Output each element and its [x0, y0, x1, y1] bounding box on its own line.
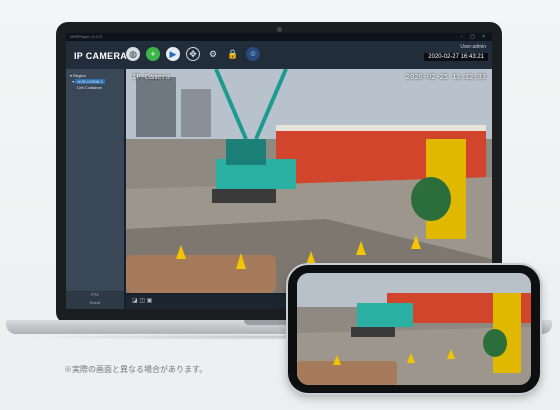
webcam-dot [277, 27, 282, 32]
mobile-camera-feed [297, 273, 531, 385]
datetime-display: 2020-02-27 16:43:21 [424, 53, 488, 61]
sidebar-footer: PTZ Event [66, 291, 124, 309]
lock-icon[interactable]: 🔒 [226, 47, 240, 61]
tree-group-label: Cell Container [76, 85, 103, 90]
device-tree: ▾ Region ▾ NVR-IOSN8-9 Cell Container [70, 73, 105, 91]
smartphone-notch [288, 303, 297, 351]
event-tab[interactable]: Event [66, 299, 124, 307]
window-title: NVRPlayer v1.0.0 [70, 34, 102, 39]
app-toolbar: IP CAMERA ◍ + ▶ ✥ ⚙ 🔒 ⌾ User:admin 2020-… [66, 41, 492, 69]
smartphone-screen[interactable] [297, 273, 531, 385]
camera-timestamp-overlay: 2020-02-25 11:12:33 [405, 73, 486, 81]
user-label: User:admin [460, 44, 486, 50]
app-brand: IP CAMERA [74, 51, 128, 61]
layout-controls[interactable]: ◪ ◫ ▣ [132, 297, 152, 304]
ptz-icon[interactable]: ✥ [186, 47, 200, 61]
globe-icon[interactable]: ◍ [126, 47, 140, 61]
window-titlebar: NVRPlayer v1.0.0 - ▢ × [66, 33, 492, 41]
playback-icon[interactable]: ▶ [166, 47, 180, 61]
tree-root-label: Region [73, 73, 86, 78]
window-controls[interactable]: - ▢ × [461, 34, 488, 40]
add-icon[interactable]: + [146, 47, 160, 61]
tree-group[interactable]: Cell Container [70, 85, 105, 91]
camera-name-overlay: IP Camera [132, 73, 170, 81]
ptz-tab[interactable]: PTZ [66, 291, 124, 299]
toolbar-tools: ◍ + ▶ ✥ ⚙ 🔒 ⌾ [126, 47, 260, 61]
construction-site-feed [126, 69, 492, 293]
settings-icon[interactable]: ⚙ [206, 47, 220, 61]
location-icon[interactable]: ⌾ [246, 47, 260, 61]
camera-view[interactable]: IP Camera 2020-02-25 11:12:33 [126, 69, 492, 293]
device-sidebar: ▾ Region ▾ NVR-IOSN8-9 Cell Container PT… [66, 69, 124, 309]
disclaimer-caption: ※実際の画面と異なる場合があります。 [64, 365, 208, 374]
tree-device-label: NVR-IOSN8-9 [75, 79, 105, 84]
